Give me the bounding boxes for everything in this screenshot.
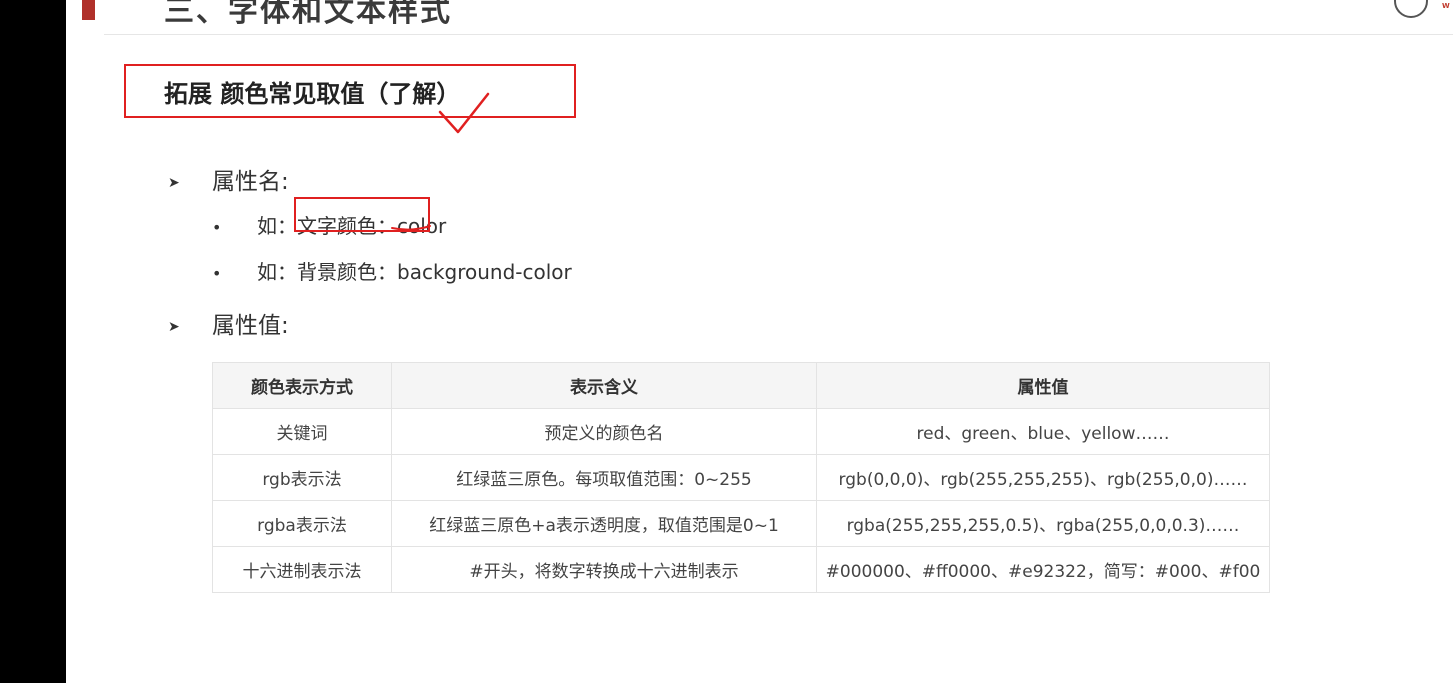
bullet-attr-value-label: 属性值: [212,313,289,339]
table-cell: #000000、#ff0000、#e92322，简写：#000、#f00 [816,546,1270,593]
table-cell: 十六进制表示法 [212,546,392,593]
page-title: 三、字体和文本样式 [164,0,452,29]
table-row: rgba表示法 红绿蓝三原色+a表示透明度，取值范围是0~1 rgba(255,… [212,500,1270,547]
dot-bullet-icon: • [212,218,222,237]
table-cell: #开头，将数字转换成十六进制表示 [391,546,817,593]
bullet-attr-name: ➤ 属性名: [168,162,289,196]
table-row: 十六进制表示法 #开头，将数字转换成十六进制表示 #000000、#ff0000… [212,546,1270,593]
table-cell: 红绿蓝三原色+a表示透明度，取值范围是0~1 [391,500,817,547]
table-row: 关键词 预定义的颜色名 red、green、blue、yellow…… [212,408,1270,455]
annotation-box-inline [294,197,430,232]
bullet-example-bg-color: • 如：背景颜色：background-color [212,256,572,285]
table-cell: red、green、blue、yellow…… [816,408,1270,455]
accent-bar [82,0,95,20]
table-header-row: 颜色表示方式 表示含义 属性值 [212,362,1270,409]
table-header-cell: 颜色表示方式 [212,362,392,409]
table-row: rgb表示法 红绿蓝三原色。每项取值范围：0~255 rgb(0,0,0)、rg… [212,454,1270,501]
bullet-attr-value: ➤ 属性值: [168,306,289,340]
table-cell: rgb表示法 [212,454,392,501]
dot-bullet-icon: • [212,264,222,283]
table-header-cell: 属性值 [816,362,1270,409]
bullet-example-label: 如：背景颜色：background-color [257,260,572,284]
table-cell: rgba表示法 [212,500,392,547]
header-divider [104,34,1453,35]
arrow-bullet-icon: ➤ [168,318,180,335]
annotation-box-heading [124,64,576,118]
table-header-cell: 表示含义 [391,362,817,409]
color-values-table: 颜色表示方式 表示含义 属性值 关键词 预定义的颜色名 red、green、bl… [212,362,1270,593]
table-cell: 关键词 [212,408,392,455]
table-cell: rgb(0,0,0)、rgb(255,255,255)、rgb(255,0,0)… [816,454,1270,501]
arrow-bullet-icon: ➤ [168,174,180,191]
bullet-attr-name-label: 属性名: [212,169,289,195]
table-cell: 预定义的颜色名 [391,408,817,455]
table-cell: rgba(255,255,255,0.5)、rgba(255,0,0,0.3)…… [816,500,1270,547]
table-cell: 红绿蓝三原色。每项取值范围：0~255 [391,454,817,501]
brand-logo-mark: W [1442,2,1450,10]
